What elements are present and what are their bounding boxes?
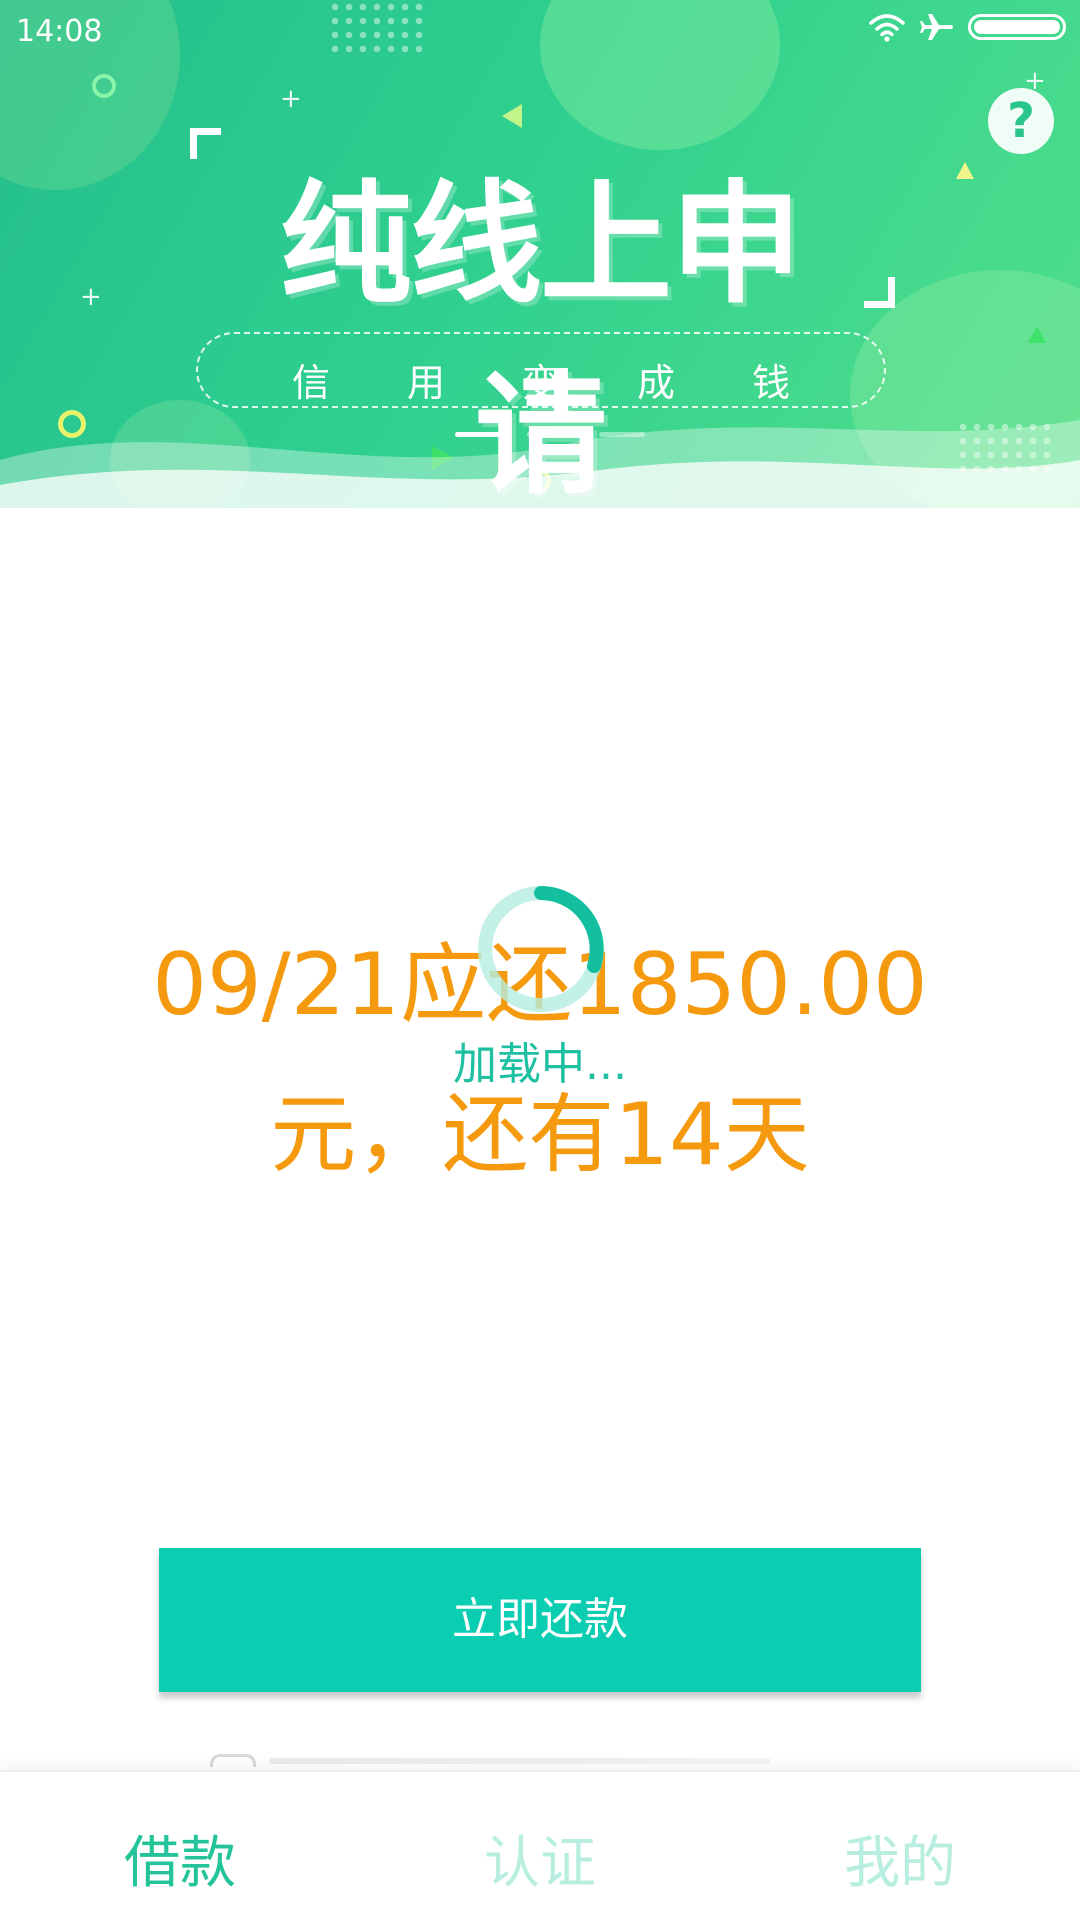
page-dot-active[interactable] xyxy=(455,432,501,437)
corner-bracket-bottom-right xyxy=(864,277,895,308)
repay-now-button[interactable]: 立即还款 xyxy=(159,1548,921,1692)
loading-text: 加载中... xyxy=(453,1039,627,1090)
agreement-hint xyxy=(210,1752,870,1768)
page-dot[interactable] xyxy=(527,432,573,437)
loading-spinner-icon xyxy=(478,886,604,1012)
decor-plus: + xyxy=(280,84,302,114)
decor-dot-grid xyxy=(328,0,428,52)
help-icon[interactable]: ? xyxy=(988,88,1054,154)
due-line-2: 元，还有14天 xyxy=(270,1085,810,1185)
decor-triangle xyxy=(956,162,974,179)
battery-icon xyxy=(968,14,1066,40)
decor-blob xyxy=(540,0,780,150)
promo-banner[interactable]: + + + 纯线上申请 信 用 变 成 钱 xyxy=(0,0,1080,520)
airplane-mode-icon xyxy=(920,14,953,40)
decor-triangle xyxy=(1028,326,1046,343)
banner-page-indicator xyxy=(455,432,645,437)
status-icons xyxy=(868,12,1066,42)
decor-ring xyxy=(92,74,116,98)
nav-tab-loan[interactable]: 借款 xyxy=(80,1818,280,1899)
agreement-checkbox[interactable] xyxy=(210,1754,256,1767)
agreement-text xyxy=(270,1758,770,1764)
nav-tab-mine[interactable]: 我的 xyxy=(800,1818,1000,1899)
bottom-navigation: 借款 认证 我的 xyxy=(0,1770,1080,1922)
corner-bracket-top-left xyxy=(190,128,221,159)
wifi-icon xyxy=(869,14,905,42)
nav-tab-verify[interactable]: 认证 xyxy=(440,1818,640,1899)
decor-plus: + xyxy=(80,282,102,312)
status-time: 14:08 xyxy=(16,14,103,49)
page-dot[interactable] xyxy=(599,432,645,437)
banner-wave xyxy=(0,420,1080,520)
decor-triangle xyxy=(502,104,522,128)
